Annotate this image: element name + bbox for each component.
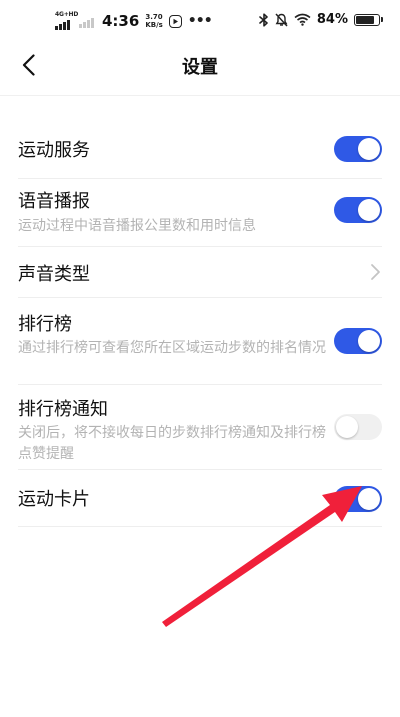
setting-label: 排行榜 (18, 314, 72, 335)
setting-row-voice-broadcast[interactable]: 语音播报 运动过程中语音播报公里数和用时信息 (0, 179, 400, 247)
status-time: 4:36 (102, 12, 140, 30)
more-dots-icon: ••• (187, 13, 213, 29)
speed-value: 3.70 (145, 13, 163, 21)
setting-label: 排行榜通知 (18, 399, 108, 420)
setting-description: 关闭后，将不接收每日的步数排行榜通知及排行榜点赞提醒 (18, 425, 326, 462)
setting-label: 声音类型 (18, 264, 90, 285)
wifi-icon (294, 13, 311, 26)
toggle-knob (358, 199, 380, 221)
page-header: 设置 (0, 44, 400, 88)
battery-percent: 84% (316, 12, 348, 27)
setting-description: 通过排行榜可查看您所在区域运动步数的排名情况 (18, 340, 326, 356)
setting-label: 语音播报 (18, 191, 90, 212)
setting-row-sport-card[interactable]: 运动卡片 (0, 470, 400, 526)
toggle-knob (358, 488, 380, 510)
toggle-knob (358, 138, 380, 160)
network-type: 4G+HD (55, 11, 79, 18)
toggle-knob (336, 416, 358, 438)
signal-2-icon (79, 14, 94, 28)
mute-icon (275, 12, 288, 27)
bluetooth-icon (259, 12, 268, 27)
setting-label: 运动卡片 (18, 489, 90, 510)
chevron-right-icon (371, 264, 380, 280)
status-bar: 4G+HD 4:36 3.70 KB/s ••• 84% (0, 0, 400, 44)
speed-unit: KB/s (145, 21, 163, 29)
sport-service-toggle[interactable] (334, 136, 382, 162)
setting-row-leaderboard-notification[interactable]: 排行榜通知 关闭后，将不接收每日的步数排行榜通知及排行榜点赞提醒 (0, 385, 400, 469)
setting-row-sport-service[interactable]: 运动服务 (0, 118, 400, 184)
page-title: 设置 (182, 57, 218, 78)
setting-row-sound-type[interactable]: 声音类型 (0, 247, 400, 297)
leaderboard-notification-toggle[interactable] (334, 414, 382, 440)
signal-icon: 4G+HD (55, 11, 79, 30)
network-speed: 3.70 KB/s (145, 13, 162, 29)
toggle-knob (358, 330, 380, 352)
setting-row-leaderboard[interactable]: 排行榜 通过排行榜可查看您所在区域运动步数的排名情况 (0, 298, 400, 384)
app-notification-icon (168, 14, 182, 28)
battery-icon (354, 13, 383, 26)
leaderboard-toggle[interactable] (334, 328, 382, 354)
voice-broadcast-toggle[interactable] (334, 197, 382, 223)
setting-description: 运动过程中语音播报公里数和用时信息 (18, 218, 256, 234)
header-divider (0, 95, 400, 96)
row-divider (18, 526, 382, 527)
sport-card-toggle[interactable] (334, 486, 382, 512)
setting-label: 运动服务 (18, 140, 90, 161)
